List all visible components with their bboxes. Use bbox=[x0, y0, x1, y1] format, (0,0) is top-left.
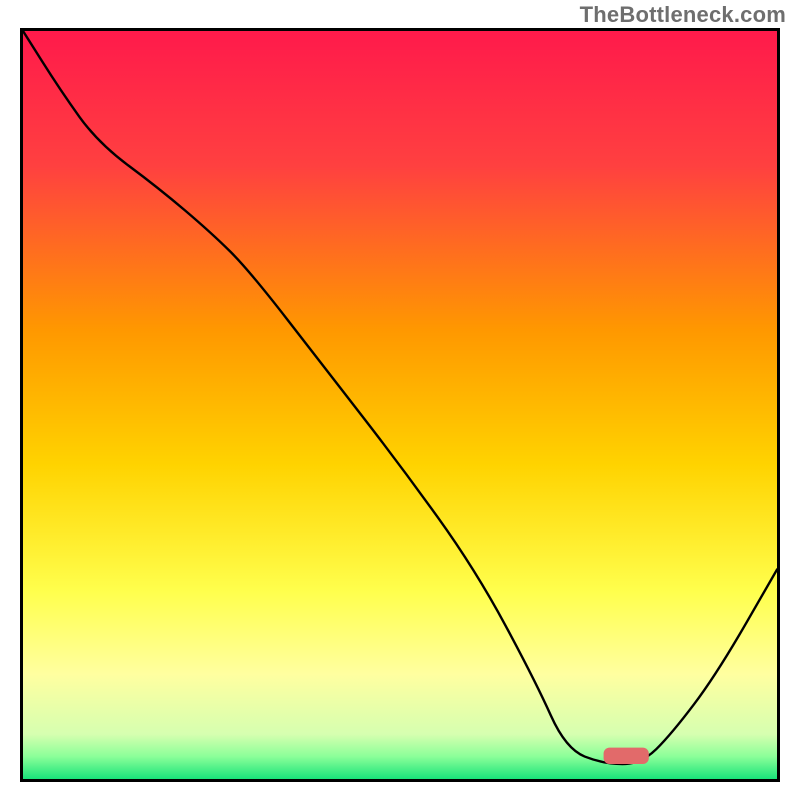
chart-frame: TheBottleneck.com bbox=[0, 0, 800, 800]
plot-svg bbox=[23, 31, 777, 779]
optimal-marker bbox=[604, 748, 649, 764]
heatmap-background bbox=[23, 31, 777, 779]
plot-area bbox=[20, 28, 780, 782]
watermark-label: TheBottleneck.com bbox=[580, 2, 786, 28]
